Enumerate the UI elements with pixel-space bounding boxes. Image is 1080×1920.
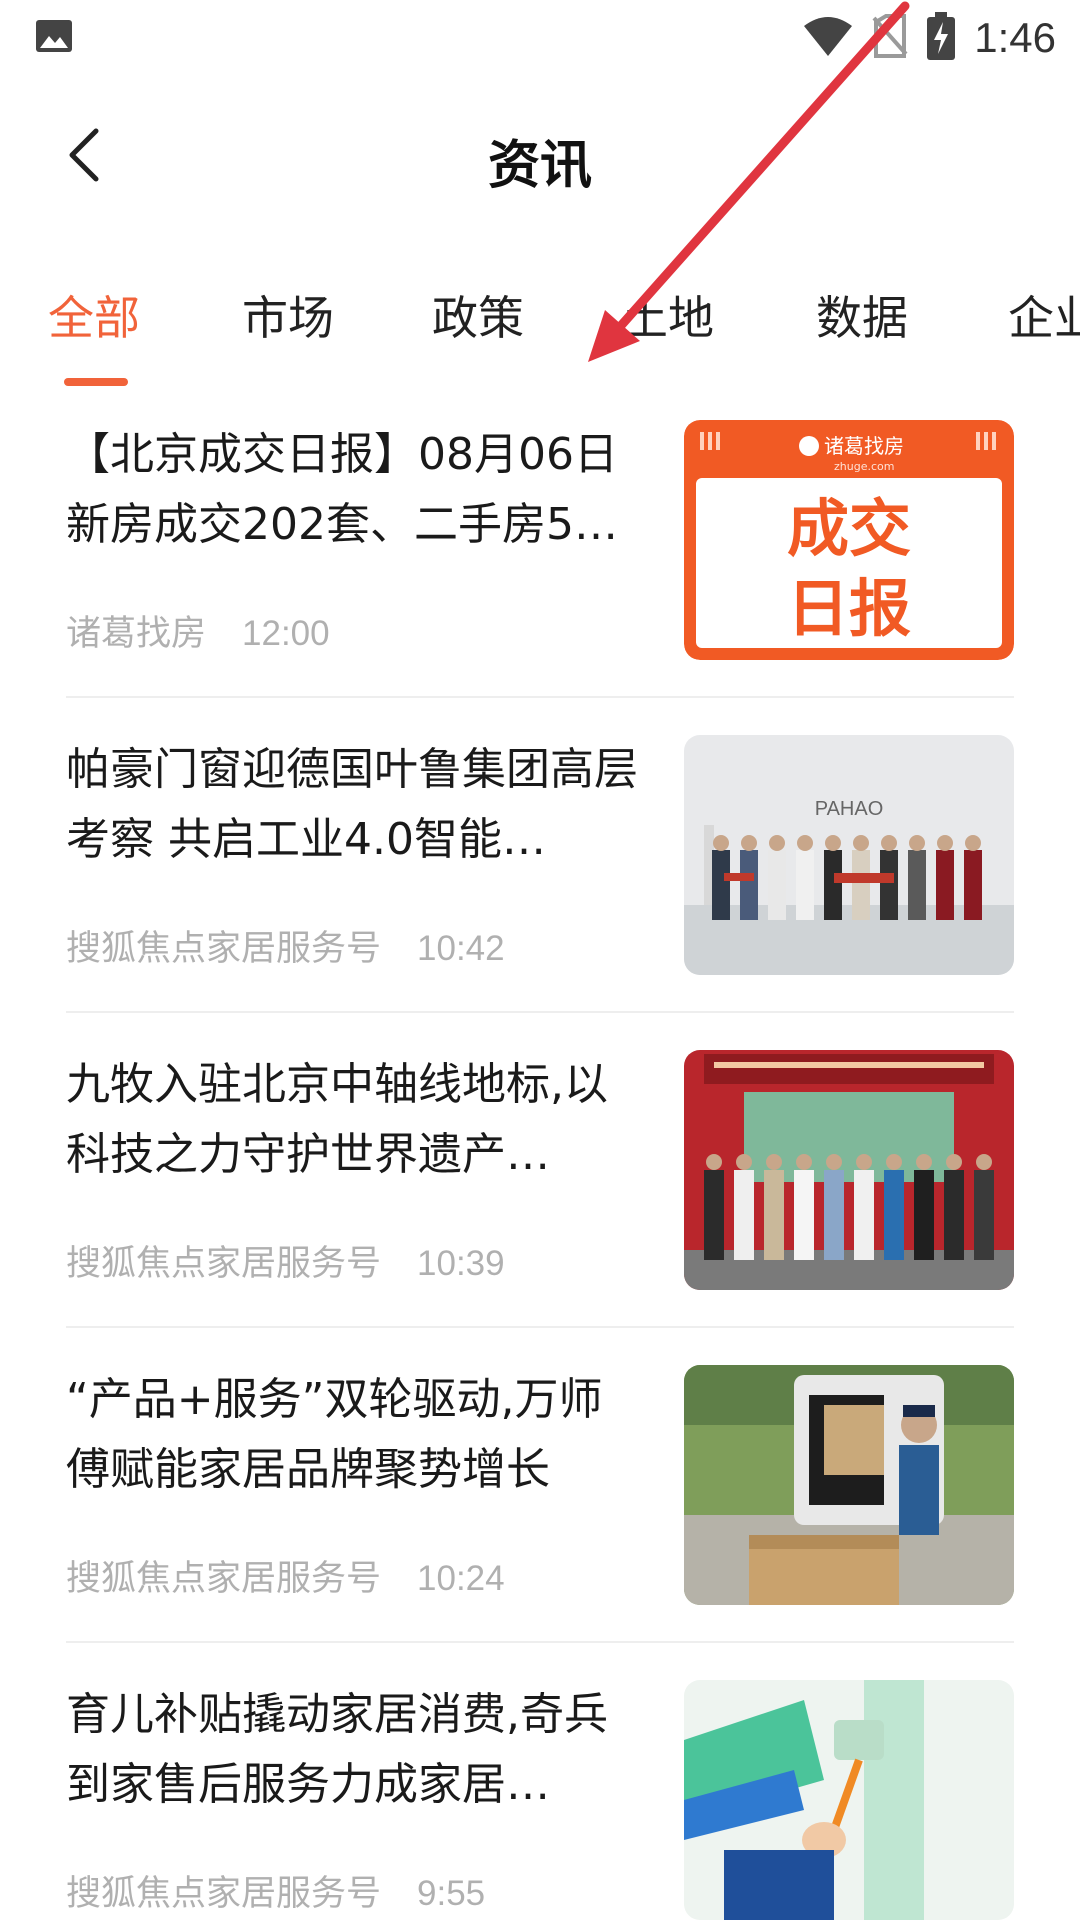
screen: 1:46 资讯 全部 市场 政策 土地 数据 企业 【北京成交日报】08月06日… [0, 0, 1080, 1920]
annotation-arrow [588, 1, 910, 362]
